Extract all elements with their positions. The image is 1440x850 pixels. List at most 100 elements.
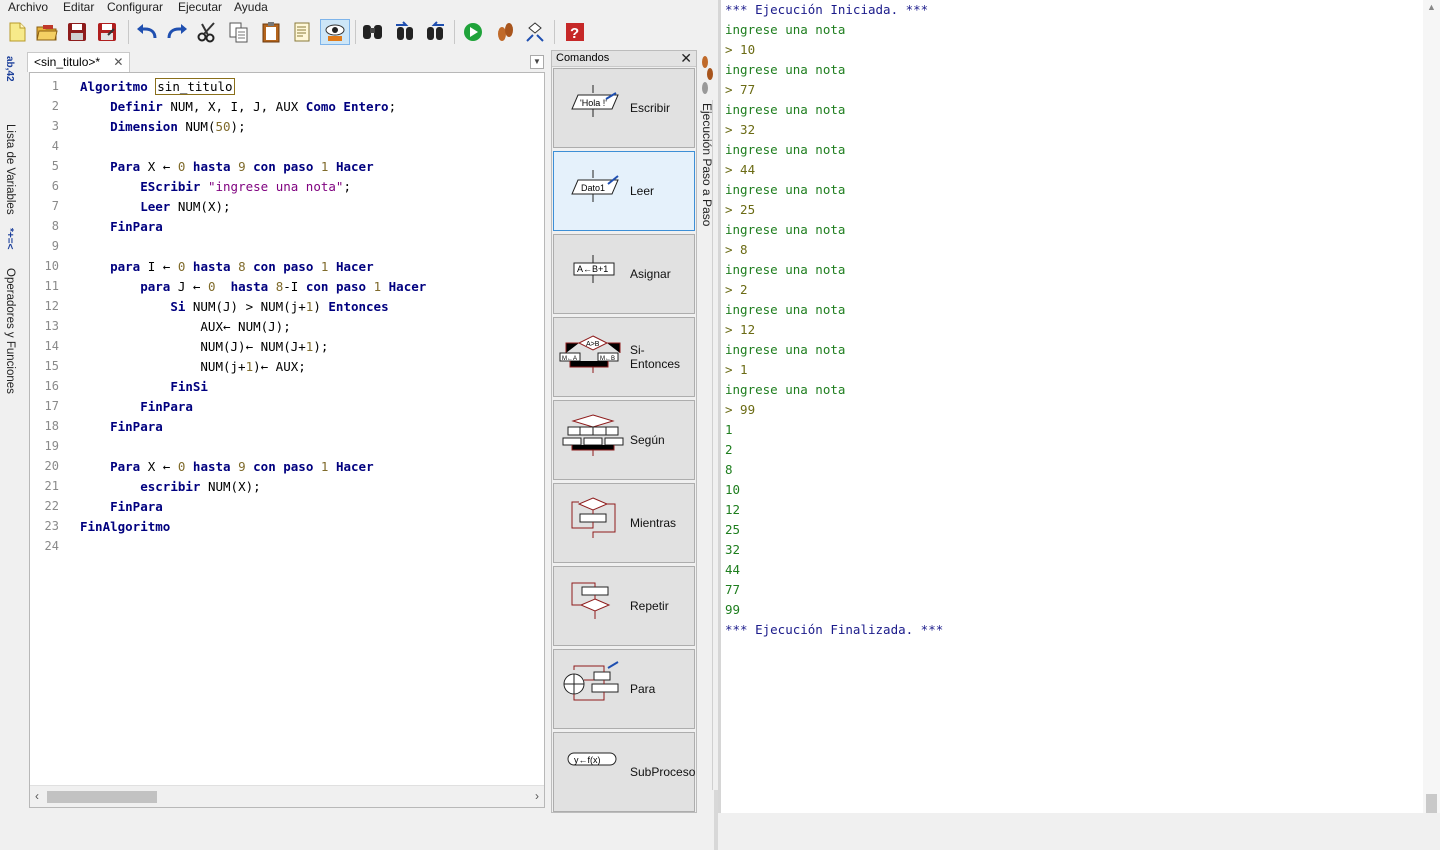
horizontal-scrollbar[interactable]: ‹ › (30, 785, 544, 807)
command-repetir[interactable]: Repetir (553, 566, 695, 646)
command-label: Asignar (630, 235, 694, 313)
asignar-icon: A←B+1 (558, 235, 630, 313)
code-line[interactable]: AUX← NUM(J); (80, 319, 290, 334)
code-line[interactable]: escribir NUM(X); (80, 479, 260, 494)
line-number: 24 (44, 539, 59, 553)
line-number: 1 (51, 79, 59, 93)
tab-operadores-funciones[interactable]: *+=< Operadores y Funciones (1, 228, 21, 408)
flowchart-icon[interactable] (522, 19, 548, 45)
line-number: 9 (51, 239, 59, 253)
tab-list-dropdown-icon[interactable]: ▼ (530, 55, 544, 69)
command-leer[interactable]: Dato1 Leer (553, 151, 695, 231)
console-input-line: > 1 (725, 362, 748, 377)
keyword-token: con paso (305, 279, 367, 294)
scroll-thumb[interactable] (1426, 794, 1437, 813)
line-number: 2 (51, 99, 59, 113)
cut-icon[interactable] (194, 19, 220, 45)
tab-sin-titulo[interactable]: <sin_titulo>* ✕ (27, 52, 131, 72)
code-line[interactable]: NUM(J)← NUM(J+1); (80, 339, 328, 354)
command-label: Leer (630, 152, 694, 230)
toolbar-separator (454, 20, 455, 44)
code-line[interactable]: para J ← 0 hasta 8-I con paso 1 Hacer (80, 279, 426, 294)
console-scrollbar[interactable]: ▲ (1423, 0, 1440, 813)
find-icon[interactable] (360, 19, 386, 45)
keyword-token: escribir (140, 479, 201, 494)
redo-icon[interactable] (164, 19, 190, 45)
scroll-up-icon[interactable]: ▲ (1427, 2, 1436, 12)
tab-lista-variables[interactable]: ab,42 Lista de Variables (1, 54, 21, 224)
footsteps-icon (702, 56, 713, 94)
svg-text:?: ? (570, 25, 579, 42)
command-subproceso[interactable]: y←f(x) SubProceso (553, 732, 695, 812)
string-token: "ingrese una nota" (207, 179, 344, 194)
code-line[interactable]: FinAlgoritmo (80, 519, 170, 534)
inspect-eye-icon[interactable] (320, 19, 350, 45)
code-line[interactable]: EScribir "ingrese una nota"; (80, 179, 351, 194)
copy-icon[interactable] (226, 19, 252, 45)
menu-ejecutar[interactable]: Ejecutar (178, 0, 222, 14)
scroll-right-icon[interactable]: › (535, 789, 539, 803)
repetir-icon (558, 567, 630, 645)
command-asignar[interactable]: A←B+1 Asignar (553, 234, 695, 314)
line-number: 3 (51, 119, 59, 133)
edit-note-icon[interactable] (290, 19, 316, 45)
close-tab-icon[interactable]: ✕ (113, 55, 123, 69)
close-commands-icon[interactable]: ✕ (680, 50, 692, 67)
paste-icon[interactable] (258, 19, 284, 45)
step-panel-scrollbar[interactable] (712, 100, 718, 850)
scroll-left-icon[interactable]: ‹ (35, 789, 39, 803)
new-file-icon[interactable] (4, 19, 30, 45)
console-output-line: ingrese una nota (725, 382, 846, 397)
open-folder-icon[interactable] (34, 19, 60, 45)
find-next-icon[interactable] (422, 19, 448, 45)
execution-console[interactable]: *** Ejecución Iniciada. *** ingrese una n… (718, 0, 1440, 813)
find-prev-icon[interactable] (392, 19, 418, 45)
operators-icon: *+=< (4, 228, 15, 250)
code-line[interactable]: Definir NUM, X, I, J, AUX Como Entero; (80, 99, 396, 114)
step-by-step-tab[interactable]: Ejecución Paso a Paso (697, 50, 718, 850)
line-number: 15 (44, 359, 59, 373)
code-line[interactable]: FinPara (80, 399, 193, 414)
menu-configurar[interactable]: Configurar (107, 0, 163, 14)
command-si-entonces[interactable]: A>B M←A M←B Si-Entonces (553, 317, 695, 397)
line-number: 16 (44, 379, 59, 393)
code-line[interactable]: Leer NUM(X); (80, 199, 230, 214)
code-line[interactable]: Si NUM(J) > NUM(j+1) Entonces (80, 299, 388, 314)
menu-archivo[interactable]: Archivo (8, 0, 48, 14)
run-icon[interactable] (460, 19, 486, 45)
keyword-token: FinAlgoritmo (80, 519, 171, 534)
code-line[interactable]: NUM(j+1)← AUX; (80, 359, 305, 374)
code-editor[interactable]: 1 2 3 4 5 6 7 8 9 10 11 12 13 14 15 16 17 18 19 20 21 22 23 24 … (29, 72, 545, 808)
step-by-step-icon[interactable] (492, 19, 518, 45)
code-line[interactable]: FinPara (80, 499, 163, 514)
help-icon[interactable]: ? (562, 19, 588, 45)
menu-editar[interactable]: Editar (63, 0, 94, 14)
command-para[interactable]: Para (553, 649, 695, 729)
commands-panel: Comandos ✕ 'Hola !' Escribir Dato1 Leer A←B+… (551, 50, 697, 813)
save-as-icon[interactable] (94, 19, 120, 45)
command-segun[interactable]: Según (553, 400, 695, 480)
code-line[interactable]: Para X ← 0 hasta 9 con paso 1 Hacer (80, 159, 374, 174)
keyword-token: FinPara (110, 219, 163, 234)
code-line[interactable]: para I ← 0 hasta 8 con paso 1 Hacer (80, 259, 374, 274)
command-label: Si-Entonces (630, 318, 694, 396)
code-line[interactable]: FinPara (80, 419, 163, 434)
code-line[interactable]: Dimension NUM(50); (80, 119, 246, 134)
command-mientras[interactable]: Mientras (553, 483, 695, 563)
undo-icon[interactable] (134, 19, 160, 45)
scroll-thumb[interactable] (47, 791, 157, 803)
console-input-line: > 2 (725, 282, 748, 297)
menu-ayuda[interactable]: Ayuda (234, 0, 268, 14)
save-icon[interactable] (64, 19, 90, 45)
code-line[interactable]: FinPara (80, 219, 163, 234)
code-line[interactable]: FinSi (80, 379, 208, 394)
code-line[interactable]: Algoritmo sin_titulo (80, 78, 235, 95)
code-line[interactable]: Para X ← 0 hasta 9 con paso 1 Hacer (80, 459, 374, 474)
command-escribir[interactable]: 'Hola !' Escribir (553, 68, 695, 148)
toolbar-separator (128, 20, 129, 44)
